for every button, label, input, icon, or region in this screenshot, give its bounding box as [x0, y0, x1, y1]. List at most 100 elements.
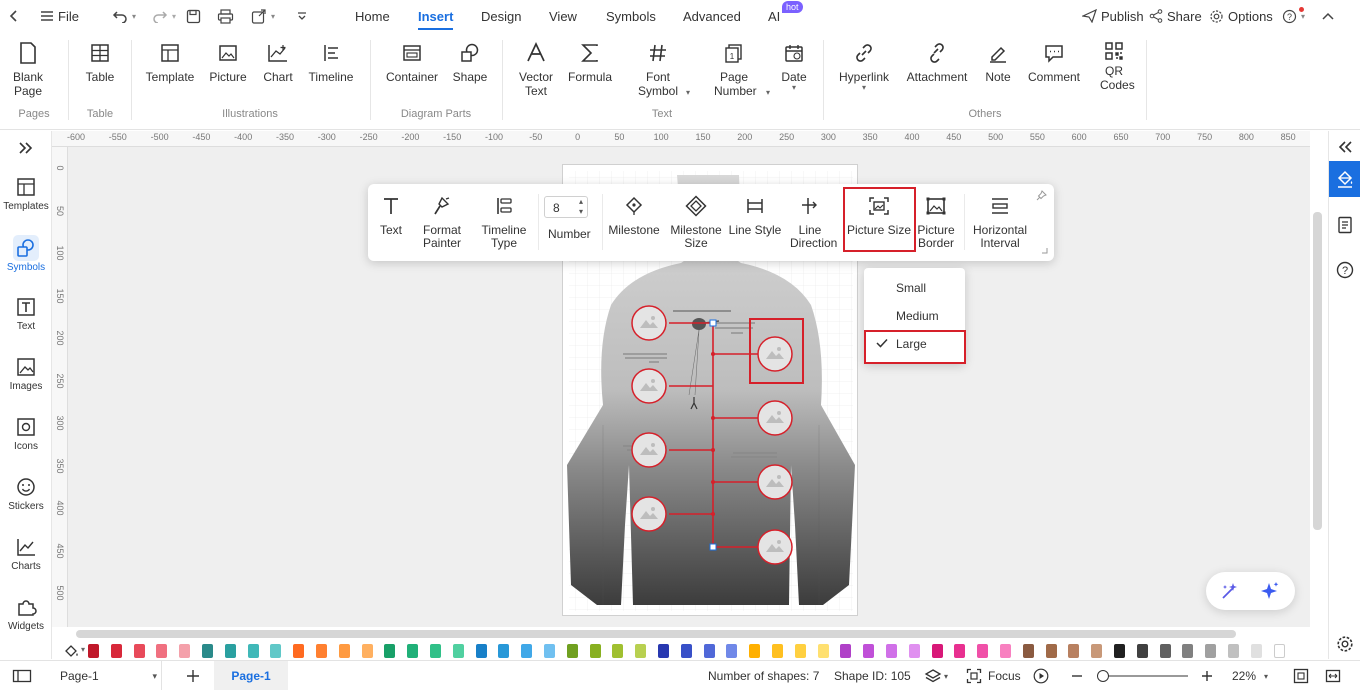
color-swatch[interactable]: [270, 644, 282, 658]
horizontal-scrollbar[interactable]: [76, 630, 1236, 638]
color-swatch[interactable]: [1000, 644, 1011, 658]
color-swatch[interactable]: [680, 644, 692, 658]
line-style-button[interactable]: Line Style: [728, 194, 782, 237]
formula-button[interactable]: Formula: [566, 40, 614, 84]
color-swatch[interactable]: [1114, 644, 1125, 658]
settings-icon[interactable]: [1336, 635, 1354, 653]
color-swatch[interactable]: [475, 644, 487, 658]
milestone-image-placeholder[interactable]: [631, 496, 667, 532]
color-swatch[interactable]: [521, 644, 533, 658]
date-button[interactable]: Date ▾: [778, 40, 810, 92]
help-button[interactable]: ? ▾: [1282, 0, 1305, 32]
color-swatch[interactable]: [612, 644, 624, 658]
color-swatch[interactable]: [726, 644, 738, 658]
color-swatch[interactable]: [1068, 644, 1080, 658]
color-swatch[interactable]: [1159, 644, 1171, 658]
color-swatch[interactable]: [566, 644, 578, 658]
stepper-up-icon[interactable]: ▴: [579, 197, 583, 207]
color-swatch[interactable]: [133, 644, 145, 658]
color-swatch[interactable]: [498, 644, 510, 658]
back-icon[interactable]: [8, 0, 20, 32]
color-swatch[interactable]: [338, 644, 350, 658]
color-swatch[interactable]: [1136, 644, 1148, 658]
color-swatch[interactable]: [1022, 644, 1034, 658]
file-menu[interactable]: File: [40, 0, 79, 32]
hyperlink-button[interactable]: Hyperlink ▾: [836, 40, 892, 92]
color-swatch[interactable]: [156, 644, 168, 658]
undo-button[interactable]: ▾: [112, 0, 136, 32]
sidebar-item-symbols[interactable]: Symbols: [0, 235, 52, 273]
color-swatch[interactable]: [703, 644, 715, 658]
horizontal-interval-button[interactable]: Horizontal Interval: [968, 194, 1032, 250]
vector-text-button[interactable]: Vector Text: [514, 40, 558, 98]
color-swatch[interactable]: [749, 644, 761, 658]
selection-handle[interactable]: [709, 319, 717, 327]
color-swatch[interactable]: [1250, 644, 1262, 658]
collapse-ribbon-icon[interactable]: [1322, 0, 1334, 32]
zoom-slider-thumb[interactable]: [1097, 670, 1109, 682]
zoom-slider[interactable]: [1094, 661, 1190, 690]
milestone-image-placeholder[interactable]: [631, 432, 667, 468]
picture-border-button[interactable]: Picture Border: [916, 194, 956, 250]
color-swatch[interactable]: [452, 644, 464, 658]
expand-sidebar-icon[interactable]: [0, 141, 52, 155]
style-panel-button[interactable]: [1329, 161, 1360, 197]
fullscreen-icon[interactable]: [1325, 661, 1341, 690]
publish-button[interactable]: Publish: [1082, 0, 1144, 32]
ai-sparkle-icon[interactable]: [1260, 581, 1280, 601]
zoom-in-icon[interactable]: [1201, 661, 1213, 690]
help-circle-icon[interactable]: ?: [1336, 261, 1354, 279]
layers-button[interactable]: ▾: [924, 661, 948, 690]
format-painter-button[interactable]: Format Painter: [420, 194, 464, 250]
qr-codes-button[interactable]: QR Codes: [1096, 40, 1135, 92]
tab-ai[interactable]: AI: [768, 0, 780, 32]
color-swatch[interactable]: [840, 644, 852, 658]
color-swatch[interactable]: [361, 644, 373, 658]
color-swatch[interactable]: [772, 644, 783, 658]
blank-page-button[interactable]: Blank Page: [10, 40, 46, 98]
milestone-image-placeholder[interactable]: [757, 400, 793, 436]
color-swatch[interactable]: [202, 644, 213, 658]
milestone-image-placeholder[interactable]: [757, 529, 793, 565]
page-number-button[interactable]: 1 Page Number ▾: [706, 40, 770, 98]
play-icon[interactable]: [1033, 661, 1049, 690]
milestone-image-placeholder[interactable]: [631, 305, 667, 341]
page-select[interactable]: Page-1 ▾: [50, 661, 162, 690]
picture-size-option-small[interactable]: Small: [864, 274, 965, 302]
color-swatch[interactable]: [1228, 644, 1239, 658]
timeline-button[interactable]: Timeline: [304, 40, 358, 84]
color-swatch[interactable]: [977, 644, 989, 658]
color-swatch[interactable]: [931, 644, 943, 658]
font-symbol-button[interactable]: Font Symbol ▾: [630, 40, 690, 98]
add-page-icon[interactable]: [186, 661, 200, 690]
print-icon[interactable]: [217, 0, 234, 32]
tab-insert[interactable]: Insert: [418, 0, 454, 32]
redo-button[interactable]: ▾: [152, 0, 176, 32]
page-list-icon[interactable]: [12, 661, 32, 690]
tab-view[interactable]: View: [549, 0, 577, 32]
color-swatch[interactable]: [1091, 644, 1103, 658]
tab-home[interactable]: Home: [355, 0, 390, 32]
page-panel-icon[interactable]: [1337, 216, 1353, 234]
picture-button[interactable]: Picture: [206, 40, 250, 84]
color-swatch[interactable]: [247, 644, 259, 658]
color-swatch[interactable]: [179, 644, 191, 658]
color-swatch[interactable]: [635, 644, 647, 658]
selection-handle[interactable]: [709, 543, 717, 551]
timeline-type-button[interactable]: Timeline Type: [478, 194, 530, 250]
color-swatch[interactable]: [658, 644, 669, 658]
container-button[interactable]: Container: [384, 40, 440, 84]
sidebar-item-icons[interactable]: Icons: [0, 416, 52, 452]
color-swatch[interactable]: [886, 644, 897, 658]
tab-advanced[interactable]: Advanced: [683, 0, 741, 32]
number-input-box[interactable]: 8 ▴ ▾: [544, 196, 588, 218]
milestone-image-placeholder[interactable]: [757, 464, 793, 500]
pin-icon[interactable]: [1036, 190, 1047, 201]
options-button[interactable]: Options: [1209, 0, 1273, 32]
text-tool-button[interactable]: Text: [376, 194, 406, 237]
color-swatch[interactable]: [954, 644, 966, 658]
comment-button[interactable]: Comment: [1024, 40, 1084, 84]
color-swatch[interactable]: [384, 644, 396, 658]
fit-page-icon[interactable]: [1293, 661, 1309, 690]
color-swatch[interactable]: [794, 644, 806, 658]
